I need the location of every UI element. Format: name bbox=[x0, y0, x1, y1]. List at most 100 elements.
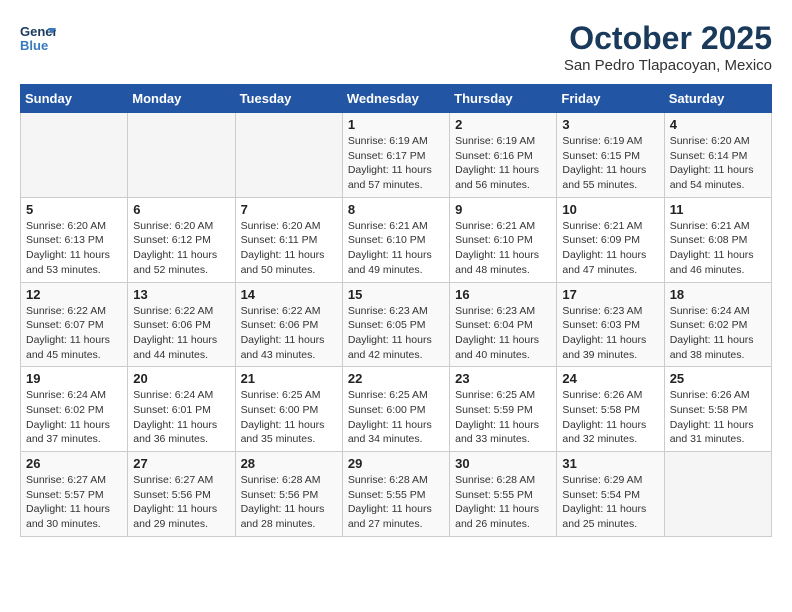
calendar-cell: 27Sunrise: 6:27 AM Sunset: 5:56 PM Dayli… bbox=[128, 452, 235, 537]
weekday-header-sunday: Sunday bbox=[21, 85, 128, 113]
day-number: 4 bbox=[670, 117, 766, 132]
day-info: Sunrise: 6:19 AM Sunset: 6:17 PM Dayligh… bbox=[348, 134, 444, 193]
month-title: October 2025 bbox=[564, 20, 772, 57]
calendar-cell: 16 Sunrise: 6:23 AM Sunset: 6:04 PM Dayli… bbox=[450, 282, 557, 367]
day-info: Sunrise: 6:22 AM Sunset: 6:06 PM Dayligh… bbox=[241, 304, 337, 363]
day-number: 12 bbox=[26, 287, 122, 302]
calendar-cell bbox=[21, 113, 128, 198]
calendar-cell: 19Sunrise: 6:24 AM Sunset: 6:02 PM Dayli… bbox=[21, 367, 128, 452]
calendar-cell: 21 Sunrise: 6:25 AM Sunset: 6:00 PM Dayli… bbox=[235, 367, 342, 452]
weekday-header-row: SundayMondayTuesdayWednesdayThursdayFrid… bbox=[21, 85, 772, 113]
calendar-cell: 13 Sunrise: 6:22 AM Sunset: 6:06 PM Dayli… bbox=[128, 282, 235, 367]
title-block: October 2025 San Pedro Tlapacoyan, Mexic… bbox=[564, 20, 772, 74]
calendar-cell: 18Sunrise: 6:24 AM Sunset: 6:02 PM Dayli… bbox=[664, 282, 771, 367]
day-info: Sunrise: 6:28 AM Sunset: 5:55 PM Dayligh… bbox=[348, 473, 444, 532]
weekday-header-saturday: Saturday bbox=[664, 85, 771, 113]
day-info: Sunrise: 6:24 AM Sunset: 6:02 PM Dayligh… bbox=[670, 304, 766, 363]
day-number: 25 bbox=[670, 371, 766, 386]
weekday-header-friday: Friday bbox=[557, 85, 664, 113]
weekday-header-tuesday: Tuesday bbox=[235, 85, 342, 113]
day-number: 23 bbox=[455, 371, 551, 386]
day-info: Sunrise: 6:22 AM Sunset: 6:06 PM Dayligh… bbox=[133, 304, 229, 363]
calendar-cell: 23 Sunrise: 6:25 AM Sunset: 5:59 PM Dayli… bbox=[450, 367, 557, 452]
calendar-week-0: 1Sunrise: 6:19 AM Sunset: 6:17 PM Daylig… bbox=[21, 113, 772, 198]
day-number: 5 bbox=[26, 202, 122, 217]
day-number: 16 bbox=[455, 287, 551, 302]
calendar-cell: 7Sunrise: 6:20 AM Sunset: 6:11 PM Daylig… bbox=[235, 197, 342, 282]
day-info: Sunrise: 6:29 AM Sunset: 5:54 PM Dayligh… bbox=[562, 473, 658, 532]
calendar-cell: 15 Sunrise: 6:23 AM Sunset: 6:05 PM Dayli… bbox=[342, 282, 449, 367]
day-number: 30 bbox=[455, 456, 551, 471]
calendar-cell: 26Sunrise: 6:27 AM Sunset: 5:57 PM Dayli… bbox=[21, 452, 128, 537]
svg-text:Blue: Blue bbox=[20, 38, 48, 53]
day-info: Sunrise: 6:23 AM Sunset: 6:03 PM Dayligh… bbox=[562, 304, 658, 363]
day-number: 26 bbox=[26, 456, 122, 471]
day-info: Sunrise: 6:24 AM Sunset: 6:01 PM Dayligh… bbox=[133, 388, 229, 447]
calendar-cell: 29 Sunrise: 6:28 AM Sunset: 5:55 PM Dayli… bbox=[342, 452, 449, 537]
calendar-cell bbox=[128, 113, 235, 198]
day-number: 20 bbox=[133, 371, 229, 386]
day-info: Sunrise: 6:20 AM Sunset: 6:13 PM Dayligh… bbox=[26, 219, 122, 278]
location-title: San Pedro Tlapacoyan, Mexico bbox=[564, 57, 772, 74]
day-info: Sunrise: 6:20 AM Sunset: 6:14 PM Dayligh… bbox=[670, 134, 766, 193]
calendar-cell: 31 Sunrise: 6:29 AM Sunset: 5:54 PM Dayli… bbox=[557, 452, 664, 537]
day-number: 15 bbox=[348, 287, 444, 302]
day-number: 29 bbox=[348, 456, 444, 471]
day-info: Sunrise: 6:20 AM Sunset: 6:11 PM Dayligh… bbox=[241, 219, 337, 278]
weekday-header-thursday: Thursday bbox=[450, 85, 557, 113]
day-number: 11 bbox=[670, 202, 766, 217]
page-header: General Blue October 2025 San Pedro Tlap… bbox=[20, 20, 772, 74]
calendar-cell: 8Sunrise: 6:21 AM Sunset: 6:10 PM Daylig… bbox=[342, 197, 449, 282]
weekday-header-wednesday: Wednesday bbox=[342, 85, 449, 113]
day-info: Sunrise: 6:28 AM Sunset: 5:55 PM Dayligh… bbox=[455, 473, 551, 532]
day-info: Sunrise: 6:23 AM Sunset: 6:05 PM Dayligh… bbox=[348, 304, 444, 363]
weekday-header-monday: Monday bbox=[128, 85, 235, 113]
day-number: 13 bbox=[133, 287, 229, 302]
day-info: Sunrise: 6:20 AM Sunset: 6:12 PM Dayligh… bbox=[133, 219, 229, 278]
day-info: Sunrise: 6:22 AM Sunset: 6:07 PM Dayligh… bbox=[26, 304, 122, 363]
calendar-table: SundayMondayTuesdayWednesdayThursdayFrid… bbox=[20, 84, 772, 537]
day-number: 9 bbox=[455, 202, 551, 217]
day-number: 27 bbox=[133, 456, 229, 471]
day-info: Sunrise: 6:28 AM Sunset: 5:56 PM Dayligh… bbox=[241, 473, 337, 532]
day-number: 21 bbox=[241, 371, 337, 386]
day-number: 10 bbox=[562, 202, 658, 217]
calendar-cell: 12 Sunrise: 6:22 AM Sunset: 6:07 PM Dayli… bbox=[21, 282, 128, 367]
calendar-cell: 17 Sunrise: 6:23 AM Sunset: 6:03 PM Dayli… bbox=[557, 282, 664, 367]
calendar-body: 1Sunrise: 6:19 AM Sunset: 6:17 PM Daylig… bbox=[21, 113, 772, 537]
day-info: Sunrise: 6:19 AM Sunset: 6:15 PM Dayligh… bbox=[562, 134, 658, 193]
calendar-cell: 2Sunrise: 6:19 AM Sunset: 6:16 PM Daylig… bbox=[450, 113, 557, 198]
calendar-week-1: 5 Sunrise: 6:20 AM Sunset: 6:13 PM Daylig… bbox=[21, 197, 772, 282]
day-number: 3 bbox=[562, 117, 658, 132]
day-number: 28 bbox=[241, 456, 337, 471]
calendar-cell: 1Sunrise: 6:19 AM Sunset: 6:17 PM Daylig… bbox=[342, 113, 449, 198]
day-info: Sunrise: 6:25 AM Sunset: 6:00 PM Dayligh… bbox=[241, 388, 337, 447]
calendar-cell: 10 Sunrise: 6:21 AM Sunset: 6:09 PM Dayli… bbox=[557, 197, 664, 282]
calendar-cell: 6 Sunrise: 6:20 AM Sunset: 6:12 PM Daylig… bbox=[128, 197, 235, 282]
day-info: Sunrise: 6:21 AM Sunset: 6:10 PM Dayligh… bbox=[455, 219, 551, 278]
day-number: 22 bbox=[348, 371, 444, 386]
calendar-cell: 30 Sunrise: 6:28 AM Sunset: 5:55 PM Dayli… bbox=[450, 452, 557, 537]
calendar-cell: 20 Sunrise: 6:24 AM Sunset: 6:01 PM Dayli… bbox=[128, 367, 235, 452]
logo: General Blue bbox=[20, 20, 60, 56]
calendar-cell: 9 Sunrise: 6:21 AM Sunset: 6:10 PM Daylig… bbox=[450, 197, 557, 282]
day-number: 6 bbox=[133, 202, 229, 217]
calendar-cell: 25 Sunrise: 6:26 AM Sunset: 5:58 PM Dayli… bbox=[664, 367, 771, 452]
day-info: Sunrise: 6:26 AM Sunset: 5:58 PM Dayligh… bbox=[670, 388, 766, 447]
calendar-cell bbox=[235, 113, 342, 198]
calendar-cell: 4 Sunrise: 6:20 AM Sunset: 6:14 PM Daylig… bbox=[664, 113, 771, 198]
day-info: Sunrise: 6:23 AM Sunset: 6:04 PM Dayligh… bbox=[455, 304, 551, 363]
calendar-week-3: 19Sunrise: 6:24 AM Sunset: 6:02 PM Dayli… bbox=[21, 367, 772, 452]
calendar-week-4: 26Sunrise: 6:27 AM Sunset: 5:57 PM Dayli… bbox=[21, 452, 772, 537]
calendar-week-2: 12 Sunrise: 6:22 AM Sunset: 6:07 PM Dayli… bbox=[21, 282, 772, 367]
day-number: 8 bbox=[348, 202, 444, 217]
day-info: Sunrise: 6:21 AM Sunset: 6:09 PM Dayligh… bbox=[562, 219, 658, 278]
day-info: Sunrise: 6:25 AM Sunset: 5:59 PM Dayligh… bbox=[455, 388, 551, 447]
day-info: Sunrise: 6:26 AM Sunset: 5:58 PM Dayligh… bbox=[562, 388, 658, 447]
day-info: Sunrise: 6:21 AM Sunset: 6:08 PM Dayligh… bbox=[670, 219, 766, 278]
day-info: Sunrise: 6:19 AM Sunset: 6:16 PM Dayligh… bbox=[455, 134, 551, 193]
day-number: 17 bbox=[562, 287, 658, 302]
day-number: 31 bbox=[562, 456, 658, 471]
day-number: 19 bbox=[26, 371, 122, 386]
calendar-cell: 28 Sunrise: 6:28 AM Sunset: 5:56 PM Dayli… bbox=[235, 452, 342, 537]
